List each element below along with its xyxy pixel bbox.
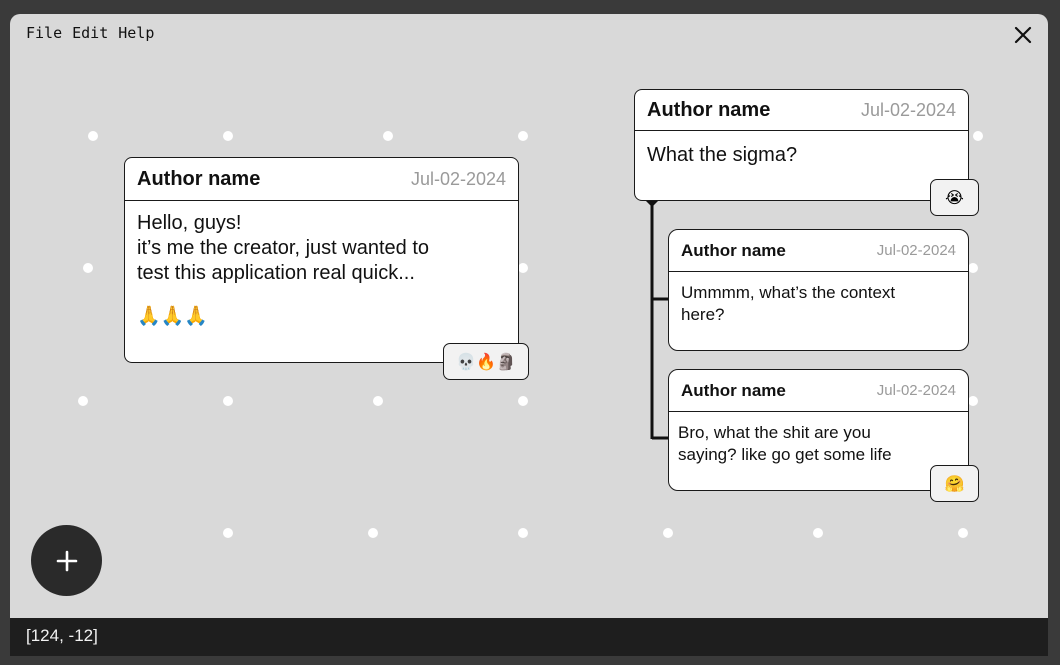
status-bar: [124, -12] — [10, 618, 1048, 656]
post-text-line: test this application real quick... — [137, 262, 415, 284]
thread-body: What the sigma? — [635, 131, 968, 177]
grid-dot — [663, 528, 673, 538]
post-text-line: it’s me the creator, just wanted to — [137, 237, 430, 259]
post-date: Jul-02-2024 — [876, 242, 956, 259]
menu-file[interactable]: File — [26, 24, 62, 42]
post-date: Jul-02-2024 — [410, 168, 506, 189]
reaction-badge[interactable]: 😭 — [930, 179, 979, 216]
grid-dot — [518, 263, 528, 273]
thread-header: Author name Jul-02-2024 — [635, 90, 968, 131]
grid-dot — [958, 528, 968, 538]
grid-dot — [223, 528, 233, 538]
post-text-line: Ummmm, what’s the context — [681, 283, 896, 302]
grid-dot — [223, 131, 233, 141]
grid-dot — [968, 263, 978, 273]
close-icon[interactable] — [1012, 24, 1034, 46]
grid-dot — [223, 396, 233, 406]
grid-dot — [78, 396, 88, 406]
menu-help[interactable]: Help — [118, 24, 154, 42]
author-name: Author name — [137, 167, 261, 190]
grid-dot — [88, 131, 98, 141]
author-name: Author name — [681, 240, 786, 260]
post-date: Jul-02-2024 — [876, 382, 956, 399]
menu-bar: File Edit Help — [26, 24, 154, 42]
post-body: Hello, guys! it’s me the creator, just w… — [125, 201, 518, 339]
grid-dot — [373, 396, 383, 406]
reply-card[interactable]: Author name Jul-02-2024 Bro, what the sh… — [668, 369, 969, 491]
grid-dot — [973, 131, 983, 141]
post-text-line: What the sigma? — [647, 144, 798, 166]
grid-dot — [368, 528, 378, 538]
author-name: Author name — [681, 380, 786, 400]
reaction-badge[interactable]: 🤗 — [930, 465, 979, 502]
grid-dot — [518, 396, 528, 406]
grid-dot — [83, 263, 93, 273]
grid-dot — [518, 131, 528, 141]
canvas-coordinates: [124, -12] — [26, 626, 98, 645]
post-text-line: saying? like go get some life — [678, 445, 892, 464]
reply-header: Author name Jul-02-2024 — [669, 230, 968, 272]
add-post-button[interactable] — [31, 525, 102, 596]
app-window: File Edit Help Author name Jul-02-2024 H… — [10, 14, 1048, 656]
reply-body: Ummmm, what’s the context here? — [669, 272, 968, 336]
grid-dot — [518, 528, 528, 538]
post-text-line: Hello, guys! — [137, 212, 242, 234]
reply-card[interactable]: Author name Jul-02-2024 Ummmm, what’s th… — [668, 229, 969, 351]
grid-dot — [383, 131, 393, 141]
reply-header: Author name Jul-02-2024 — [669, 370, 968, 412]
post-header: Author name Jul-02-2024 — [125, 158, 518, 201]
reply-body: Bro, what the shit are you saying? like … — [669, 412, 968, 476]
post-emoji-line: 🙏🙏🙏 — [137, 305, 208, 327]
post-date: Jul-02-2024 — [860, 99, 956, 120]
grid-dot — [968, 396, 978, 406]
author-name: Author name — [647, 98, 771, 121]
reaction-badge[interactable]: 💀🔥🗿 — [443, 343, 529, 380]
post-text-line: here? — [681, 305, 725, 324]
grid-dot — [813, 528, 823, 538]
thread-card[interactable]: Author name Jul-02-2024 What the sigma? — [634, 89, 969, 201]
plus-icon — [56, 550, 77, 571]
post-text-line: Bro, what the shit are you — [678, 423, 871, 442]
menu-edit[interactable]: Edit — [72, 24, 108, 42]
post-card[interactable]: Author name Jul-02-2024 Hello, guys! it’… — [124, 157, 519, 363]
